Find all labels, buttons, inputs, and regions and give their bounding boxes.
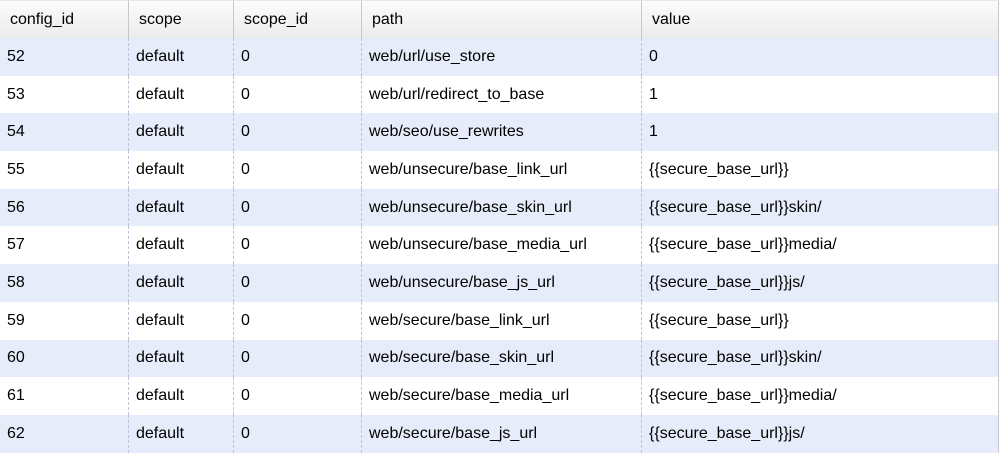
cell-value[interactable]: {{secure_base_url}}js/ [642, 414, 999, 453]
column-header-scope-id[interactable]: scope_id [234, 0, 362, 38]
cell-scope-id[interactable]: 0 [234, 377, 362, 415]
cell-scope-id[interactable]: 0 [234, 188, 362, 227]
cell-scope[interactable]: default [129, 113, 234, 152]
table-row[interactable]: 56 default 0 web/unsecure/base_skin_url … [0, 188, 999, 227]
table-row[interactable]: 61 default 0 web/secure/base_media_url {… [0, 377, 999, 415]
cell-path[interactable]: web/secure/base_media_url [362, 377, 642, 415]
cell-value[interactable]: 1 [642, 113, 999, 152]
table-row[interactable]: 53 default 0 web/url/redirect_to_base 1 [0, 75, 999, 114]
cell-value[interactable]: {{secure_base_url}} [642, 301, 999, 340]
cell-scope[interactable]: default [129, 339, 234, 378]
results-grid: config_id scope scope_id path value 52 d… [0, 0, 999, 454]
cell-scope-id[interactable]: 0 [234, 301, 362, 340]
cell-path[interactable]: web/unsecure/base_link_url [362, 151, 642, 189]
cell-config-id[interactable]: 58 [0, 264, 129, 302]
column-header-path[interactable]: path [362, 0, 642, 38]
cell-value[interactable]: 0 [642, 38, 999, 76]
cell-config-id[interactable]: 61 [0, 377, 129, 415]
cell-scope-id[interactable]: 0 [234, 414, 362, 453]
cell-value[interactable]: {{secure_base_url}}skin/ [642, 339, 999, 378]
cell-value[interactable]: {{secure_base_url}}media/ [642, 377, 999, 415]
cell-path[interactable]: web/unsecure/base_js_url [362, 264, 642, 302]
table-row[interactable]: 62 default 0 web/secure/base_js_url {{se… [0, 414, 999, 453]
cell-path[interactable]: web/seo/use_rewrites [362, 113, 642, 152]
cell-config-id[interactable]: 62 [0, 414, 129, 453]
cell-scope[interactable]: default [129, 38, 234, 76]
cell-value[interactable]: {{secure_base_url}} [642, 151, 999, 189]
table-row[interactable]: 58 default 0 web/unsecure/base_js_url {{… [0, 264, 999, 302]
cell-scope[interactable]: default [129, 151, 234, 189]
cell-config-id[interactable]: 54 [0, 113, 129, 152]
cell-value[interactable]: {{secure_base_url}}media/ [642, 226, 999, 265]
cell-scope-id[interactable]: 0 [234, 339, 362, 378]
cell-value[interactable]: {{secure_base_url}}js/ [642, 264, 999, 302]
cell-config-id[interactable]: 52 [0, 38, 129, 76]
column-header-value[interactable]: value [642, 0, 999, 38]
cell-scope-id[interactable]: 0 [234, 151, 362, 189]
cell-config-id[interactable]: 60 [0, 339, 129, 378]
cell-scope[interactable]: default [129, 377, 234, 415]
table-row[interactable]: 59 default 0 web/secure/base_link_url {{… [0, 301, 999, 340]
column-header-config-id[interactable]: config_id [0, 0, 129, 38]
table-row[interactable]: 54 default 0 web/seo/use_rewrites 1 [0, 113, 999, 152]
table-row[interactable]: 52 default 0 web/url/use_store 0 [0, 38, 999, 76]
column-header-scope[interactable]: scope [129, 0, 234, 38]
cell-scope-id[interactable]: 0 [234, 38, 362, 76]
cell-config-id[interactable]: 57 [0, 226, 129, 265]
cell-path[interactable]: web/unsecure/base_media_url [362, 226, 642, 265]
cell-value[interactable]: 1 [642, 75, 999, 114]
cell-scope[interactable]: default [129, 188, 234, 227]
grid-header: config_id scope scope_id path value [0, 0, 999, 38]
cell-path[interactable]: web/secure/base_link_url [362, 301, 642, 340]
cell-config-id[interactable]: 59 [0, 301, 129, 340]
cell-scope-id[interactable]: 0 [234, 226, 362, 265]
cell-path[interactable]: web/secure/base_js_url [362, 414, 642, 453]
table-row[interactable]: 60 default 0 web/secure/base_skin_url {{… [0, 339, 999, 378]
cell-config-id[interactable]: 53 [0, 75, 129, 114]
cell-scope[interactable]: default [129, 264, 234, 302]
cell-scope-id[interactable]: 0 [234, 75, 362, 114]
cell-config-id[interactable]: 56 [0, 188, 129, 227]
table-row[interactable]: 55 default 0 web/unsecure/base_link_url … [0, 151, 999, 189]
cell-path[interactable]: web/url/redirect_to_base [362, 75, 642, 114]
cell-config-id[interactable]: 55 [0, 151, 129, 189]
cell-path[interactable]: web/unsecure/base_skin_url [362, 188, 642, 227]
cell-scope-id[interactable]: 0 [234, 264, 362, 302]
cell-scope[interactable]: default [129, 301, 234, 340]
cell-path[interactable]: web/url/use_store [362, 38, 642, 76]
cell-scope[interactable]: default [129, 414, 234, 453]
cell-value[interactable]: {{secure_base_url}}skin/ [642, 188, 999, 227]
cell-scope-id[interactable]: 0 [234, 113, 362, 152]
cell-path[interactable]: web/secure/base_skin_url [362, 339, 642, 378]
cell-scope[interactable]: default [129, 75, 234, 114]
cell-scope[interactable]: default [129, 226, 234, 265]
table-row[interactable]: 57 default 0 web/unsecure/base_media_url… [0, 226, 999, 265]
